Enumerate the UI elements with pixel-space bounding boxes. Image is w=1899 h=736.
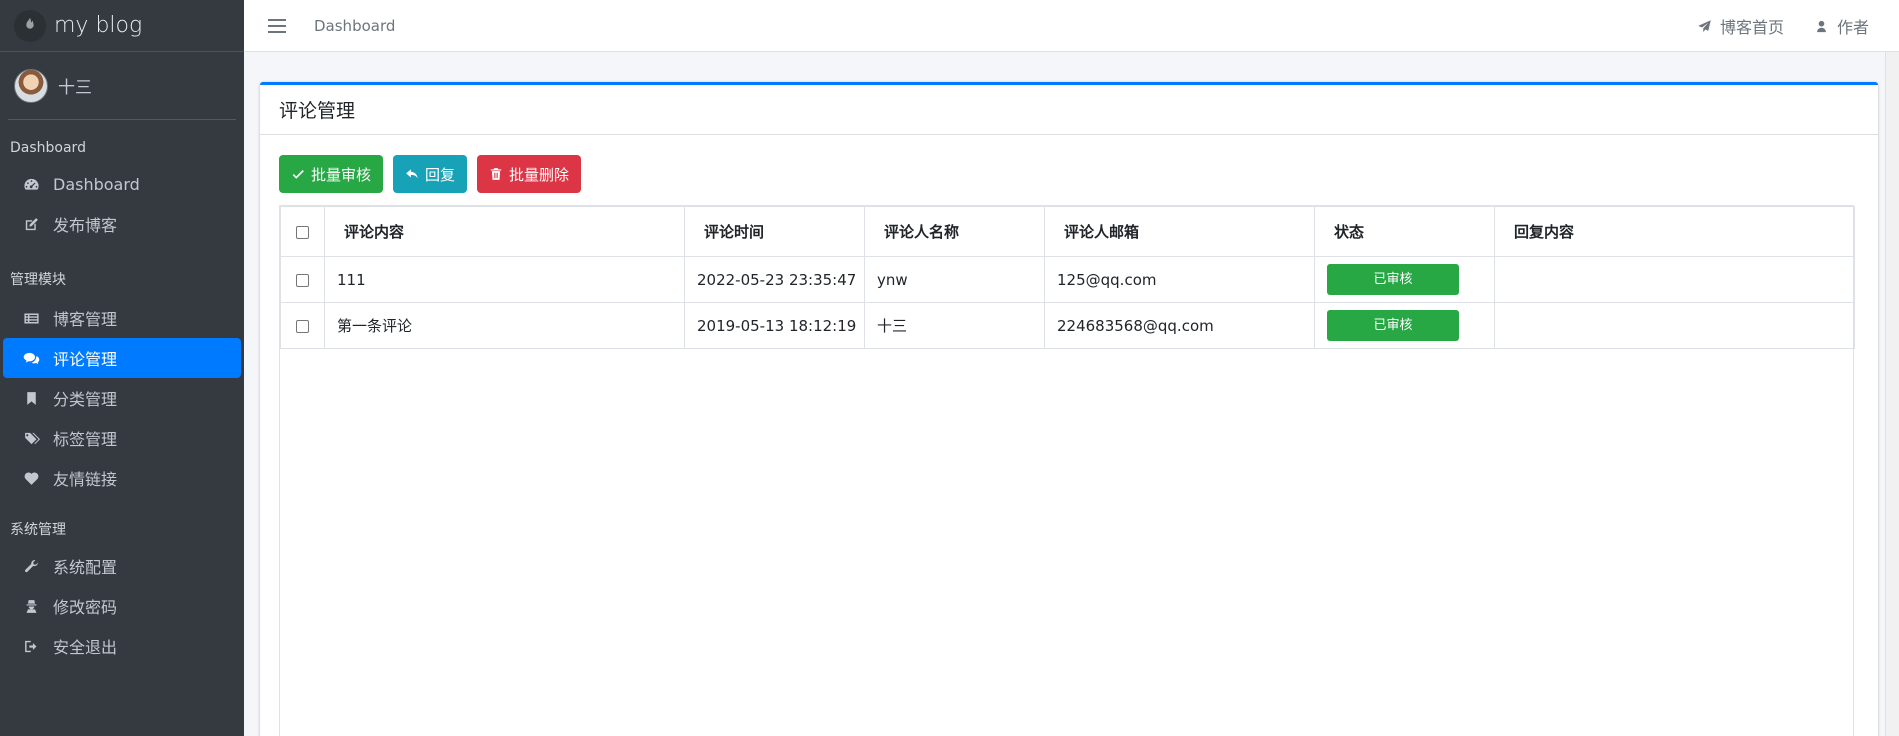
heart-icon: [21, 468, 41, 488]
table-row[interactable]: 第一条评论 2019-05-13 18:12:19 十三 224683568@q…: [280, 302, 1855, 349]
cell-name: 十三: [864, 302, 1045, 349]
sidebar-item-label: 评论管理: [53, 350, 118, 369]
cell-status: 已审核: [1314, 302, 1495, 349]
cell-reply: [1494, 256, 1855, 303]
avatar: [14, 68, 48, 103]
reply-icon: [406, 169, 418, 179]
nav-header-dashboard: Dashboard: [10, 140, 86, 156]
table-row[interactable]: 111 2022-05-23 23:35:47 ynw 125@qq.com 已…: [280, 256, 1855, 303]
sign-out-icon: [21, 636, 41, 656]
batch-delete-button[interactable]: 批量删除: [477, 155, 582, 193]
sidebar-item-label: 系统配置: [53, 558, 118, 577]
sidebar-item-comment-management[interactable]: 评论管理: [3, 338, 241, 378]
cell-time: 2019-05-13 18:12:19: [684, 302, 865, 349]
header-reply[interactable]: 回复内容: [1494, 206, 1855, 257]
select-all-cell: [280, 206, 325, 257]
cell-email: 125@qq.com: [1044, 256, 1315, 303]
comments-icon: [21, 348, 41, 368]
menu-toggle-icon[interactable]: [268, 18, 286, 33]
author-label: 作者: [1836, 18, 1869, 37]
comments-table: 评论内容 评论时间 评论人名称 评论人邮箱 状态 回复内容 111 2022-0…: [280, 206, 1855, 349]
header-email[interactable]: 评论人邮箱: [1044, 206, 1315, 257]
header-status[interactable]: 状态: [1314, 206, 1495, 257]
nav-header-management: 管理模块: [10, 272, 66, 288]
brand-logo-icon: [14, 9, 46, 42]
header-name[interactable]: 评论人名称: [864, 206, 1045, 257]
page-scrollbar[interactable]: [1885, 52, 1899, 736]
user-name: 十三: [58, 78, 92, 98]
cell-time: 2022-05-23 23:35:47: [684, 256, 865, 303]
tags-icon: [21, 428, 41, 448]
sidebar-item-label: 安全退出: [53, 638, 118, 657]
batch-approve-button[interactable]: 批量审核: [279, 155, 384, 193]
comment-management-card: 评论管理 批量审核 回复 批量删除 评论内容 评论时间 评论人名称 评论人邮箱: [260, 82, 1878, 736]
reply-label: 回复: [425, 165, 456, 184]
sidebar-item-label: 分类管理: [53, 390, 118, 409]
sidebar-item-blog-management[interactable]: 博客管理: [3, 298, 241, 338]
user-panel[interactable]: 十三: [8, 52, 236, 120]
blog-home-link[interactable]: 博客首页: [1697, 14, 1784, 38]
brand-link[interactable]: my blog: [0, 0, 244, 52]
batch-delete-label: 批量删除: [509, 165, 570, 184]
paper-plane-icon: [1698, 19, 1711, 32]
sidebar-item-tag-management[interactable]: 标签管理: [3, 418, 241, 458]
sidebar-item-dashboard[interactable]: Dashboard: [3, 164, 241, 204]
comments-table-wrapper: 评论内容 评论时间 评论人名称 评论人邮箱 状态 回复内容 111 2022-0…: [279, 205, 1855, 736]
bookmark-icon: [21, 388, 41, 408]
sidebar-item-logout[interactable]: 安全退出: [3, 626, 241, 666]
top-right-links: 博客首页 作者: [1667, 0, 1899, 52]
sidebar-item-publish[interactable]: 发布博客: [3, 204, 241, 244]
dashboard-icon: [21, 174, 41, 194]
status-badge[interactable]: 已审核: [1327, 310, 1459, 341]
sidebar-item-label: 博客管理: [53, 310, 118, 329]
cell-email: 224683568@qq.com: [1044, 302, 1315, 349]
edit-icon: [21, 214, 41, 234]
wrench-icon: [21, 556, 41, 576]
header-content[interactable]: 评论内容: [324, 206, 685, 257]
cell-content: 第一条评论: [324, 302, 685, 349]
toolbar: 批量审核 回复 批量删除: [260, 135, 1878, 193]
table-header-row: 评论内容 评论时间 评论人名称 评论人邮箱 状态 回复内容: [280, 206, 1855, 257]
list-icon: [21, 308, 41, 328]
sidebar-item-system-config[interactable]: 系统配置: [3, 546, 241, 586]
header-time[interactable]: 评论时间: [684, 206, 865, 257]
sidebar-item-label: 修改密码: [53, 598, 118, 617]
trash-icon: [490, 168, 502, 180]
breadcrumb[interactable]: Dashboard: [314, 17, 395, 35]
reply-button[interactable]: 回复: [393, 155, 468, 193]
row-checkbox[interactable]: [296, 319, 309, 333]
cell-reply: [1494, 302, 1855, 349]
cell-status: 已审核: [1314, 256, 1495, 303]
select-all-checkbox[interactable]: [296, 225, 309, 239]
nav-header-system: 系统管理: [10, 522, 66, 538]
status-badge[interactable]: 已审核: [1327, 264, 1459, 295]
cell-name: ynw: [864, 256, 1045, 303]
user-icon: [1817, 20, 1826, 32]
batch-approve-label: 批量审核: [311, 165, 372, 184]
sidebar-item-label: Dashboard: [53, 174, 140, 194]
card-title: 评论管理: [279, 100, 356, 122]
top-navbar: Dashboard 博客首页 作者: [244, 0, 1899, 52]
sidebar-item-label: 友情链接: [53, 470, 118, 489]
card-header: 评论管理: [260, 85, 1878, 135]
sidebar-item-change-password[interactable]: 修改密码: [3, 586, 241, 626]
sidebar-item-label: 标签管理: [53, 430, 118, 449]
user-secret-icon: [21, 596, 41, 616]
sidebar-item-friend-links[interactable]: 友情链接: [3, 458, 241, 498]
blog-home-label: 博客首页: [1719, 18, 1784, 37]
row-select-cell: [280, 302, 325, 349]
sidebar-item-label: 发布博客: [53, 216, 118, 235]
cell-content: 111: [324, 256, 685, 303]
row-select-cell: [280, 256, 325, 303]
check-icon: [292, 170, 304, 179]
brand-name: my blog: [54, 13, 143, 38]
sidebar: my blog 十三 Dashboard Dashboard 发布博客 管理模块…: [0, 0, 244, 736]
row-checkbox[interactable]: [296, 273, 309, 287]
sidebar-item-category-management[interactable]: 分类管理: [3, 378, 241, 418]
author-link[interactable]: 作者: [1814, 14, 1869, 38]
